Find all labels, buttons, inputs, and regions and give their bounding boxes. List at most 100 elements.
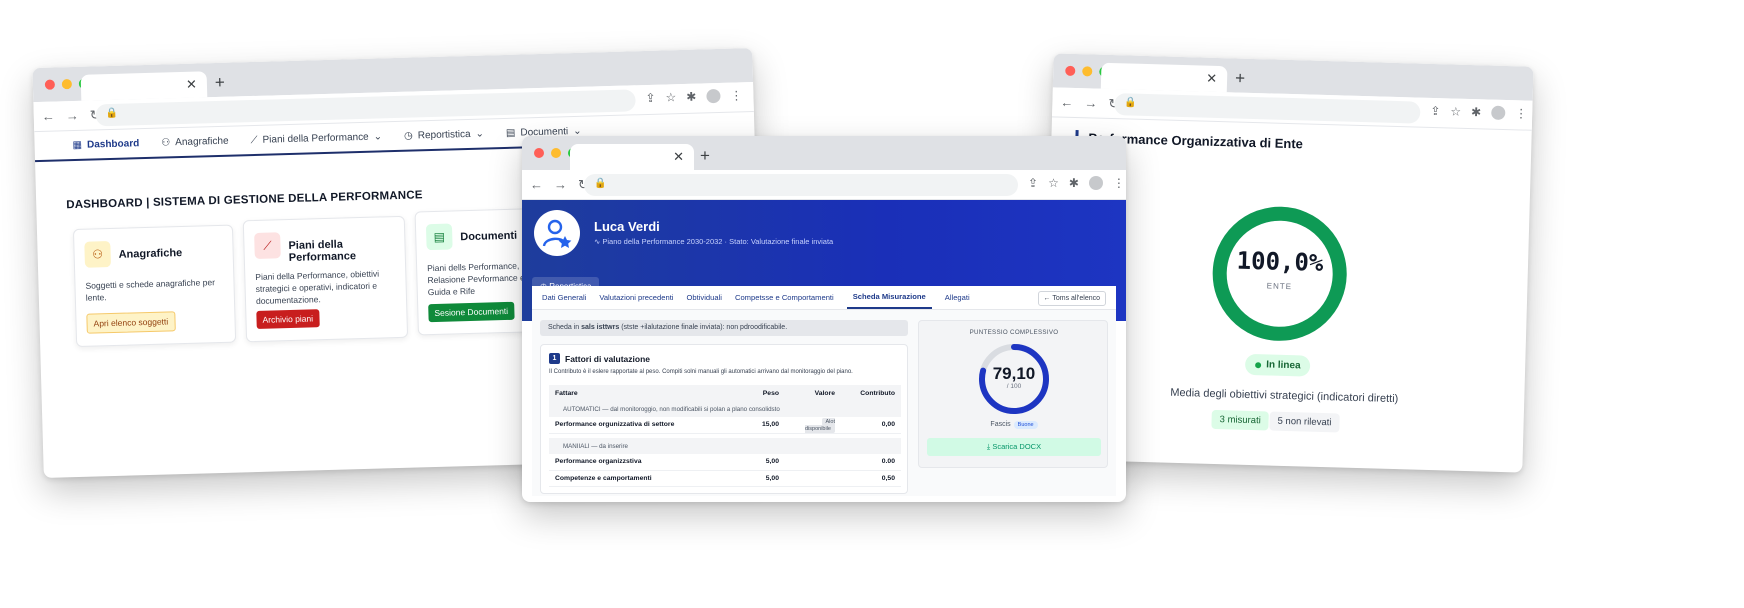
tab-allegati[interactable]: Allegati [945, 287, 970, 308]
share-icon[interactable]: ⇪ [645, 91, 655, 105]
back-icon[interactable]: ← [42, 109, 55, 125]
tab-obiettivi[interactable]: Obtividuali [687, 287, 722, 308]
menu-icon[interactable]: ⋮ [730, 88, 742, 102]
activity-icon: ∿ [594, 237, 601, 246]
menu-icon[interactable]: ⋮ [1113, 176, 1125, 190]
minimize-window-icon[interactable] [61, 79, 73, 90]
section-number-badge: 1 [549, 353, 560, 364]
download-icon: ⤓ [986, 442, 991, 451]
status-badge: In linea [1244, 353, 1311, 377]
extensions-icon[interactable]: ✱ [686, 90, 696, 104]
card-title: Anagrafiche [118, 247, 183, 261]
browser-tabstrip: ✕ + [522, 136, 1126, 170]
nav-reportistica[interactable]: ◷ Reportistica ⌄ [404, 128, 484, 141]
read-only-notice: Scheda in sals isttwrs (stste +ilalutazi… [540, 320, 908, 336]
lock-icon: 🔒 [594, 178, 607, 189]
chevron-down-icon: ⌄ [373, 130, 383, 143]
forward-icon[interactable]: → [1084, 95, 1097, 111]
score-label: PUNTESSIO COMPLESSIVO [969, 329, 1059, 336]
total-score-card: PUNTESSIO COMPLESSIVO 79,10 / 100 Fascis… [918, 320, 1108, 468]
card-title: Piani della Performance [288, 238, 357, 265]
extensions-icon[interactable]: ✱ [1069, 176, 1079, 190]
share-icon[interactable]: ⇪ [1028, 176, 1038, 190]
nav-piani[interactable]: ⟋ Piani della Performance ⌄ [250, 131, 382, 146]
ring-value: 100,0% [1236, 246, 1324, 277]
browser-window-scheda: ✕ + ←→↻ 🔒 ⇪☆✱⋮ Luca Verdi ∿ Piano della … [522, 136, 1126, 502]
table-group-row: AUTOMATICI — dal monitoroggio, non modif… [549, 401, 901, 417]
address-bar[interactable]: 🔒 [584, 174, 1018, 196]
close-tab-icon[interactable]: ✕ [673, 149, 684, 165]
table-row: Performance orgunizzativa di settore 15,… [549, 417, 901, 434]
table-group-row: MANIIALI — da inserire [549, 438, 901, 454]
profile-subtitle: ∿ Piano della Performance 2030-2032 · St… [594, 237, 834, 246]
value-input[interactable] [785, 470, 841, 487]
chart-icon: ⟋ [254, 232, 281, 259]
profile-avatar[interactable] [1088, 176, 1103, 190]
tab-valutazioni-precedenti[interactable]: Valutazioni precedenti [599, 287, 673, 308]
auto-value-tag: Alot disponibile [805, 417, 835, 433]
document-icon: ▤ [505, 127, 516, 139]
tab-competenze[interactable]: Competsse e Comportamenti [735, 287, 834, 308]
card-anagrafiche: ⚇ Anagrafiche Soggetti e schede anagrafi… [72, 224, 237, 348]
card-description: Piani della Performance, obiettivi strat… [255, 268, 380, 306]
extensions-icon[interactable]: ✱ [1471, 105, 1481, 119]
new-tab-icon[interactable]: + [700, 146, 710, 166]
back-to-list-button[interactable]: ← Toms all'elenco [1037, 291, 1106, 306]
browser-toolbar: ←→↻ 🔒 ⇪☆✱⋮ [522, 170, 1126, 200]
card-description: Soggetti e schede anagrafiche per lente. [85, 277, 216, 303]
card-title: Documenti [460, 229, 518, 244]
factors-table: Fattare Peso Valore Contributo AUTOMATIC… [549, 385, 901, 487]
section-heading: 1 Fattori di valutazione [549, 353, 650, 364]
measurement-panel: Scheda in sals isttwrs (stste +ilalutazi… [532, 310, 1116, 496]
forward-icon[interactable]: → [66, 108, 79, 124]
forward-icon[interactable]: → [554, 177, 567, 193]
lock-icon: 🔒 [105, 107, 119, 120]
fattori-section: 1 Fattori di valutazione Il Contributo è … [540, 344, 908, 494]
apri-elenco-button[interactable]: Apri elenco soggetti [86, 311, 176, 334]
dashboard-icon: ▦ [72, 139, 83, 151]
sezione-documenti-button[interactable]: Sesione Documenti [428, 301, 515, 323]
section-note: Il Contributo è il eslere rapportate al … [549, 369, 853, 375]
back-icon[interactable]: ← [1060, 95, 1073, 111]
back-icon[interactable]: ← [530, 177, 543, 193]
browser-tab[interactable]: ✕ [1100, 62, 1228, 93]
share-icon[interactable]: ⇪ [1430, 104, 1440, 118]
star-icon[interactable]: ☆ [665, 90, 676, 104]
minimize-window-icon[interactable] [551, 148, 561, 158]
tab-dati-generali[interactable]: Dati Generali [542, 287, 586, 308]
star-icon[interactable]: ☆ [1048, 176, 1059, 190]
value-input[interactable] [785, 454, 841, 471]
tab-scheda-misurazione[interactable]: Scheda Misurazione [846, 286, 932, 309]
table-header: Fattare Peso Valore Contributo [549, 385, 901, 401]
people-icon: ⚇ [161, 136, 171, 149]
address-bar[interactable]: 🔒 [1114, 93, 1421, 124]
close-window-icon[interactable] [1065, 65, 1076, 76]
browser-tab[interactable]: ✕ [570, 144, 694, 170]
new-tab-icon[interactable]: + [1235, 68, 1245, 88]
chevron-down-icon: ⌄ [475, 128, 485, 140]
close-window-icon[interactable] [534, 148, 544, 158]
profile-avatar[interactable] [706, 88, 721, 104]
fascia-row: Fascis Buone [919, 421, 1109, 429]
clock-icon: ◷ [403, 130, 413, 142]
table-row: Performance organizzstiva 5,00 0.00 [549, 454, 901, 471]
browser-tab[interactable]: ✕ [80, 71, 208, 101]
download-docx-button[interactable]: ⤓ Scarica DOCX [927, 438, 1101, 456]
nav-dashboard[interactable]: ▦ Dashboard [72, 138, 139, 151]
close-tab-icon[interactable]: ✕ [1206, 71, 1217, 87]
minimize-window-icon[interactable] [1082, 66, 1093, 77]
ente-progress-ring: 100,0% ENTE [1208, 202, 1352, 346]
profile-avatar[interactable] [1490, 105, 1506, 121]
archivio-piani-button[interactable]: Archivio piani [256, 309, 320, 329]
section-tabs: Dati Generali Valutazioni precedenti Obt… [532, 286, 1116, 310]
new-tab-icon[interactable]: + [215, 73, 225, 93]
status-dot-icon [1255, 361, 1262, 368]
close-tab-icon[interactable]: ✕ [186, 77, 197, 93]
chip-non-rilevati: 5 non rilevati [1269, 411, 1340, 433]
close-window-icon[interactable] [44, 79, 56, 90]
score-max: / 100 [1006, 383, 1022, 390]
star-icon[interactable]: ☆ [1450, 104, 1461, 118]
nav-anagrafiche[interactable]: ⚇ Anagrafiche [161, 135, 229, 148]
menu-icon[interactable]: ⋮ [1515, 106, 1527, 120]
chip-misurati: 3 misurati [1211, 409, 1270, 431]
